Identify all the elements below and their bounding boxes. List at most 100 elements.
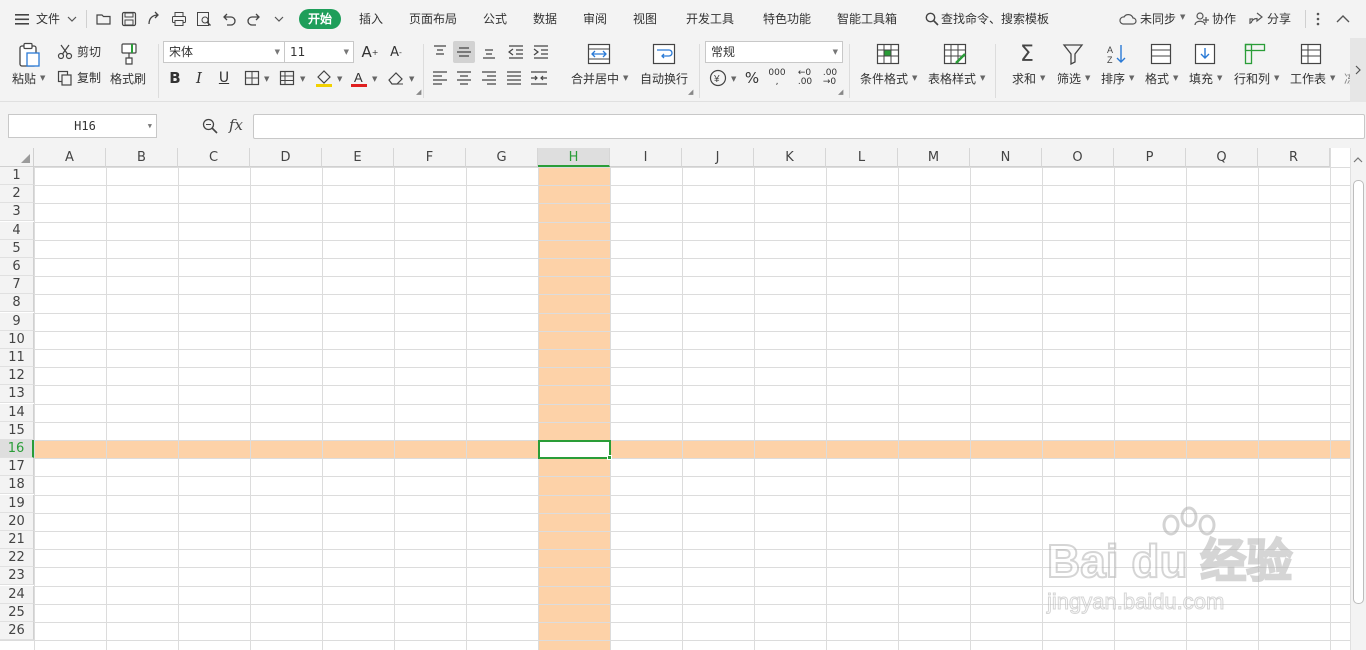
row-header-18[interactable]: 18 bbox=[0, 476, 34, 494]
copy-icon[interactable] bbox=[56, 69, 74, 87]
row-header-1[interactable]: 1 bbox=[0, 167, 34, 185]
worksheet-icon[interactable] bbox=[1298, 42, 1324, 66]
column-header-c[interactable]: C bbox=[178, 148, 250, 167]
row-header-21[interactable]: 21 bbox=[0, 531, 34, 549]
eraser-icon[interactable] bbox=[386, 68, 406, 88]
alignment-group-launcher-icon[interactable]: ◢ bbox=[688, 88, 693, 96]
sync-dropdown-icon[interactable]: ▼ bbox=[1180, 13, 1185, 21]
row-header-5[interactable]: 5 bbox=[0, 240, 34, 258]
conditional-format-icon[interactable] bbox=[875, 42, 901, 66]
tab-insert[interactable]: 插入 bbox=[359, 9, 383, 29]
column-header-l[interactable]: L bbox=[826, 148, 898, 167]
column-header-r[interactable]: R bbox=[1258, 148, 1330, 167]
quick-access-dropdown-icon[interactable] bbox=[270, 10, 288, 28]
bold-button[interactable]: B bbox=[166, 68, 184, 88]
scroll-up-icon[interactable] bbox=[1353, 152, 1363, 163]
justify-icon[interactable] bbox=[504, 68, 524, 88]
italic-button[interactable]: I bbox=[190, 68, 208, 88]
sum-dropdown-icon[interactable]: ▼ bbox=[1040, 74, 1045, 82]
undo-icon[interactable] bbox=[220, 10, 238, 28]
share-button[interactable]: 分享 bbox=[1267, 9, 1291, 29]
column-header-d[interactable]: D bbox=[250, 148, 322, 167]
row-header-2[interactable]: 2 bbox=[0, 185, 34, 203]
row-header-19[interactable]: 19 bbox=[0, 495, 34, 513]
row-header-26[interactable]: 26 bbox=[0, 622, 34, 640]
conditional-format-dropdown-icon[interactable]: ▼ bbox=[912, 74, 917, 82]
file-menu[interactable]: 文件 bbox=[36, 9, 60, 29]
format-painter-button[interactable]: 格式刷 bbox=[110, 71, 146, 87]
ribbon-scroll-right-icon[interactable] bbox=[1350, 38, 1366, 102]
sort-button[interactable]: 排序 bbox=[1101, 71, 1125, 87]
borders-icon[interactable] bbox=[243, 69, 261, 87]
cell-style-dropdown-icon[interactable]: ▼ bbox=[300, 75, 305, 83]
redo-icon[interactable] bbox=[245, 10, 263, 28]
column-header-k[interactable]: K bbox=[754, 148, 826, 167]
save-icon[interactable] bbox=[120, 10, 138, 28]
row-column-button[interactable]: 行和列 bbox=[1234, 71, 1270, 87]
row-header-22[interactable]: 22 bbox=[0, 549, 34, 567]
row-header-12[interactable]: 12 bbox=[0, 367, 34, 385]
hamburger-menu-icon[interactable] bbox=[14, 11, 30, 27]
fill-dropdown-icon[interactable]: ▼ bbox=[1217, 74, 1222, 82]
borders-dropdown-icon[interactable]: ▼ bbox=[264, 75, 269, 83]
paste-dropdown-icon[interactable]: ▼ bbox=[40, 74, 45, 82]
fill-icon[interactable] bbox=[1192, 42, 1218, 66]
align-left-icon[interactable] bbox=[430, 68, 450, 88]
merge-center-dropdown-icon[interactable]: ▼ bbox=[623, 74, 628, 82]
active-cell[interactable] bbox=[538, 440, 611, 459]
row-header-4[interactable]: 4 bbox=[0, 222, 34, 240]
font-color-icon[interactable]: A bbox=[349, 68, 369, 88]
copy-button[interactable]: 复制 bbox=[77, 70, 101, 86]
thousands-separator-icon[interactable]: 000, bbox=[767, 68, 787, 88]
filter-icon[interactable] bbox=[1060, 42, 1086, 66]
row-header-7[interactable]: 7 bbox=[0, 276, 34, 294]
column-header-j[interactable]: J bbox=[682, 148, 754, 167]
conditional-format-button[interactable]: 条件格式 bbox=[860, 71, 908, 87]
print-preview-icon[interactable] bbox=[195, 10, 213, 28]
sum-icon[interactable]: Σ bbox=[1014, 42, 1040, 67]
vertical-scroll-thumb[interactable] bbox=[1353, 180, 1364, 604]
export-pdf-icon[interactable] bbox=[145, 10, 163, 28]
wrap-text-button[interactable]: 自动换行 bbox=[640, 71, 688, 87]
row-header-20[interactable]: 20 bbox=[0, 513, 34, 531]
zoom-search-icon[interactable] bbox=[201, 117, 219, 135]
search-icon[interactable] bbox=[924, 11, 940, 27]
increase-decimal-icon[interactable]: ←0.00 bbox=[795, 68, 815, 88]
align-top-icon[interactable] bbox=[430, 42, 450, 62]
number-format-select[interactable]: 常规 ▼ bbox=[705, 41, 843, 63]
tab-review[interactable]: 审阅 bbox=[583, 9, 607, 29]
distributed-align-icon[interactable] bbox=[529, 68, 549, 88]
column-header-q[interactable]: Q bbox=[1186, 148, 1258, 167]
row-column-dropdown-icon[interactable]: ▼ bbox=[1274, 74, 1279, 82]
column-header-f[interactable]: F bbox=[394, 148, 466, 167]
percent-icon[interactable]: % bbox=[742, 68, 762, 88]
font-size-select[interactable]: 11 ▼ bbox=[284, 41, 354, 63]
paste-icon[interactable] bbox=[16, 42, 42, 68]
row-header-25[interactable]: 25 bbox=[0, 604, 34, 622]
eraser-dropdown-icon[interactable]: ▼ bbox=[409, 75, 414, 83]
sum-button[interactable]: 求和 bbox=[1012, 71, 1036, 87]
decrease-decimal-icon[interactable]: .00 →0 bbox=[820, 68, 840, 88]
column-header-p[interactable]: P bbox=[1114, 148, 1186, 167]
wrap-text-icon[interactable] bbox=[651, 42, 677, 66]
format-dropdown-icon[interactable]: ▼ bbox=[1173, 74, 1178, 82]
decrease-indent-icon[interactable] bbox=[506, 42, 526, 62]
row-header-6[interactable]: 6 bbox=[0, 258, 34, 276]
align-right-icon[interactable] bbox=[479, 68, 499, 88]
chevron-down-icon[interactable] bbox=[66, 13, 78, 25]
row-header-24[interactable]: 24 bbox=[0, 586, 34, 604]
fill-color-icon[interactable] bbox=[314, 68, 334, 88]
table-style-button[interactable]: 表格样式 bbox=[928, 71, 976, 87]
decrease-font-size-icon[interactable]: A- bbox=[386, 42, 406, 62]
font-name-select[interactable]: 宋体 ▼ bbox=[163, 41, 285, 63]
print-icon[interactable] bbox=[170, 10, 188, 28]
tab-smart-toolbox[interactable]: 智能工具箱 bbox=[837, 9, 897, 29]
open-folder-icon[interactable] bbox=[95, 10, 113, 28]
sync-status[interactable]: 未同步 bbox=[1140, 9, 1176, 29]
share-icon[interactable] bbox=[1248, 11, 1264, 27]
row-header-8[interactable]: 8 bbox=[0, 294, 34, 312]
sort-icon[interactable]: AZ bbox=[1104, 42, 1130, 66]
column-header-i[interactable]: I bbox=[610, 148, 682, 167]
column-header-e[interactable]: E bbox=[322, 148, 394, 167]
tab-developer[interactable]: 开发工具 bbox=[686, 9, 734, 29]
